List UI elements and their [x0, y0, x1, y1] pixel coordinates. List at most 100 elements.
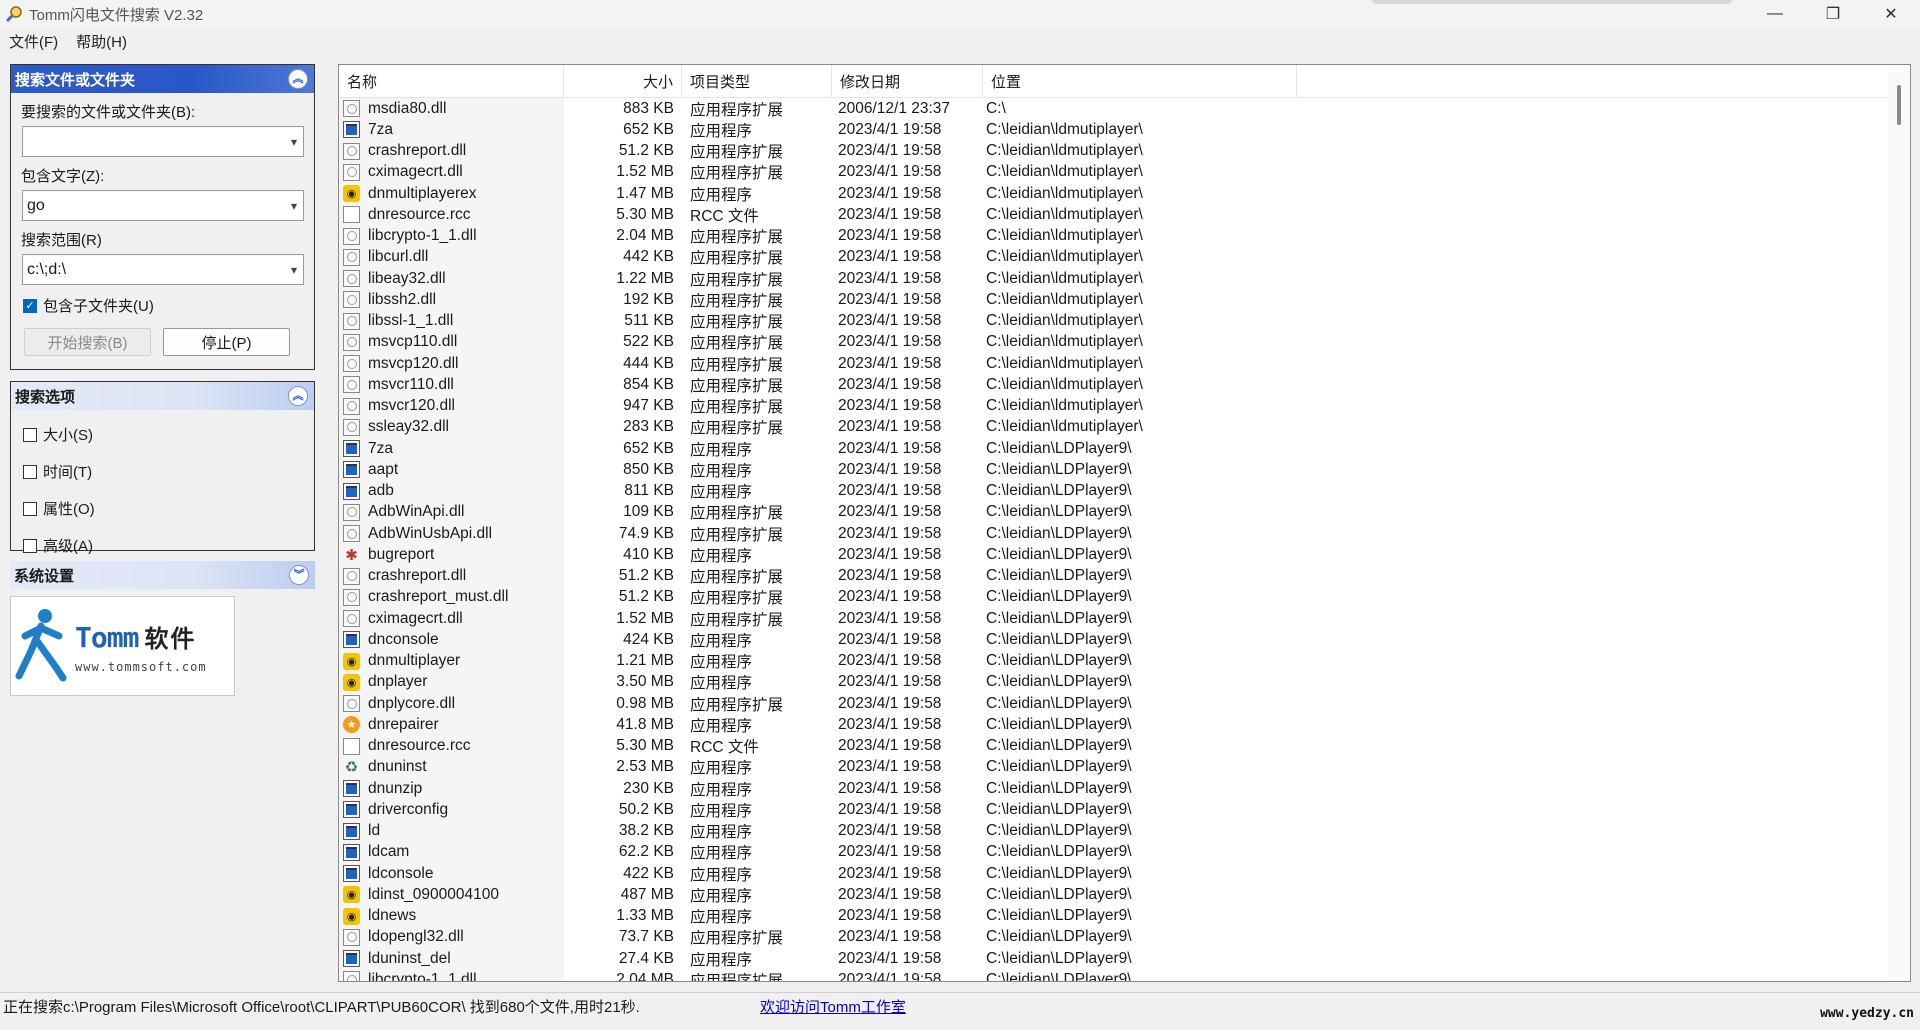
cell-name: ldinst_0900004100: [339, 884, 564, 906]
table-row[interactable]: ssleay32.dll 283 KB 应用程序扩展 2023/4/1 19:58 C:…: [339, 416, 1884, 438]
restore-icon[interactable]: ❐: [1804, 0, 1862, 28]
table-row[interactable]: msdia80.dll 883 KB 应用程序扩展 2006/12/1 23:37 C:…: [339, 98, 1884, 120]
table-row[interactable]: dnplycore.dll 0.98 MB 应用程序扩展 2023/4/1 19:58…: [339, 693, 1884, 715]
table-row[interactable]: dnmultiplayerex 1.47 MB 应用程序 2023/4/1 19:58…: [339, 183, 1884, 205]
text-combo[interactable]: go ▾: [22, 190, 304, 221]
option-time-checkbox[interactable]: 时间(T): [23, 461, 314, 482]
table-row[interactable]: dnuninst 2.53 MB 应用程序 2023/4/1 19:58 C:\leid…: [339, 756, 1884, 778]
cell-size: 74.9 KB: [618, 524, 674, 542]
logo-cn: 软件: [144, 624, 197, 653]
checkbox-icon[interactable]: [23, 501, 37, 516]
option-advanced-checkbox[interactable]: 高级(A): [23, 535, 314, 556]
table-row[interactable]: msvcp120.dll 444 KB 应用程序扩展 2023/4/1 19:58 C:…: [339, 353, 1884, 375]
table-row[interactable]: libssh2.dll 192 KB 应用程序扩展 2023/4/1 19:58 C:\…: [339, 289, 1884, 311]
cell-size: 3.50 MB: [616, 673, 674, 691]
table-row[interactable]: libcrypto-1_1.dll 2.04 MB 应用程序扩展 2023/4/1 1…: [339, 969, 1884, 981]
cell-size: 73.7 KB: [618, 928, 674, 946]
column-header-location[interactable]: 位置: [983, 65, 1297, 98]
search-panel-header[interactable]: 搜索文件或文件夹 ︽: [11, 65, 314, 93]
table-row[interactable]: dnconsole 424 KB 应用程序 2023/4/1 19:58 C:\leid…: [339, 629, 1884, 651]
table-row[interactable]: cximagecrt.dll 1.52 MB 应用程序扩展 2023/4/1 19:5…: [339, 608, 1884, 630]
column-header-date[interactable]: 修改日期: [832, 65, 983, 98]
table-row[interactable]: 7za 652 KB 应用程序 2023/4/1 19:58 C:\leidian\ld…: [339, 119, 1884, 141]
table-row[interactable]: libeay32.dll 1.22 MB 应用程序扩展 2023/4/1 19:58 C…: [339, 268, 1884, 290]
table-row[interactable]: ldopengl32.dll 73.7 KB 应用程序扩展 2023/4/1 19:5…: [339, 926, 1884, 948]
menu-file[interactable]: 文件(F): [0, 31, 67, 52]
table-row[interactable]: msvcr120.dll 947 KB 应用程序扩展 2023/4/1 19:58 C:…: [339, 395, 1884, 417]
table-row[interactable]: ld 38.2 KB 应用程序 2023/4/1 19:58 C:\leidian\LD…: [339, 820, 1884, 842]
minimize-icon[interactable]: —: [1746, 0, 1804, 28]
checkbox-icon[interactable]: [23, 538, 37, 553]
table-row[interactable]: cximagecrt.dll 1.52 MB 应用程序扩展 2023/4/1 19:5…: [339, 161, 1884, 183]
table-row[interactable]: 7za 652 KB 应用程序 2023/4/1 19:58 C:\leidian\LD…: [339, 438, 1884, 460]
cell-name: dnmultiplayerex: [339, 183, 564, 205]
table-row[interactable]: libssl-1_1.dll 511 KB 应用程序扩展 2023/4/1 19:58…: [339, 310, 1884, 332]
cell-date: 2023/4/1 19:58: [838, 142, 942, 160]
table-row[interactable]: lduninst_del 27.4 KB 应用程序 2023/4/1 19:58 C:\…: [339, 948, 1884, 970]
column-header-name[interactable]: 名称: [339, 65, 564, 98]
option-attr-checkbox[interactable]: 属性(O): [23, 498, 314, 519]
menu-bar: 文件(F) 帮助(H): [0, 28, 1920, 54]
table-row[interactable]: crashreport_must.dll 51.2 KB 应用程序扩展 2023/4/…: [339, 586, 1884, 608]
chevron-down-icon[interactable]: ▾: [291, 199, 297, 213]
table-row[interactable]: ldnews 1.33 MB 应用程序 2023/4/1 19:58 C:\leidia…: [339, 905, 1884, 927]
table-row[interactable]: aapt 850 KB 应用程序 2023/4/1 19:58 C:\leidian\L…: [339, 459, 1884, 481]
expand-down-icon[interactable]: ︾: [289, 565, 309, 585]
table-row[interactable]: ldinst_0900004100 487 MB 应用程序 2023/4/1 19:5…: [339, 884, 1884, 906]
collapse-up-icon[interactable]: ︽: [288, 69, 308, 89]
cell-type: 应用程序扩展: [690, 314, 784, 332]
chevron-down-icon[interactable]: ▾: [291, 263, 297, 277]
file-combo[interactable]: ▾: [22, 126, 304, 157]
start-search-button[interactable]: 开始搜索(B): [24, 328, 151, 356]
cell-location: C:\leidian\ldmutiplayer\: [986, 205, 1143, 223]
scope-combo[interactable]: c:\;d:\ ▾: [22, 254, 304, 285]
cell-date: 2023/4/1 19:58: [838, 375, 942, 393]
chevron-down-icon[interactable]: ▾: [291, 135, 297, 149]
cell-date: 2023/4/1 19:58: [838, 779, 942, 797]
table-row[interactable]: ldcam 62.2 KB 应用程序 2023/4/1 19:58 C:\leidian…: [339, 841, 1884, 863]
option-size-checkbox[interactable]: 大小(S): [23, 424, 314, 445]
settings-panel-header[interactable]: 系统设置 ︾: [10, 561, 315, 589]
table-row[interactable]: dnresource.rcc 5.30 MB RCC 文件 2023/4/1 19:5…: [339, 735, 1884, 757]
table-row[interactable]: ldconsole 422 KB 应用程序 2023/4/1 19:58 C:\leid…: [339, 863, 1884, 885]
table-row[interactable]: dnrepairer 41.8 MB 应用程序 2023/4/1 19:58 C:\le…: [339, 714, 1884, 736]
table-row[interactable]: dnmultiplayer 1.21 MB 应用程序 2023/4/1 19:58 C:…: [339, 650, 1884, 672]
table-row[interactable]: AdbWinUsbApi.dll 74.9 KB 应用程序扩展 2023/4/1 19…: [339, 523, 1884, 545]
checkbox-icon[interactable]: [23, 464, 37, 479]
column-header-size[interactable]: 大小: [564, 65, 682, 98]
vertical-scrollbar[interactable]: [1888, 65, 1910, 981]
file-name: libssl-1_1.dll: [368, 312, 454, 330]
table-row[interactable]: crashreport.dll 51.2 KB 应用程序扩展 2023/4/1 19:…: [339, 140, 1884, 162]
cell-name: ssleay32.dll: [339, 416, 564, 438]
table-row[interactable]: msvcp110.dll 522 KB 应用程序扩展 2023/4/1 19:58 C:…: [339, 331, 1884, 353]
tomm-logo[interactable]: Tomm 软件 www.tommsoft.com: [10, 596, 235, 696]
table-row[interactable]: msvcr110.dll 854 KB 应用程序扩展 2023/4/1 19:58 C:…: [339, 374, 1884, 396]
table-row[interactable]: AdbWinApi.dll 109 KB 应用程序扩展 2023/4/1 19:58 C…: [339, 501, 1884, 523]
close-icon[interactable]: ✕: [1862, 0, 1920, 28]
table-row[interactable]: dnunzip 230 KB 应用程序 2023/4/1 19:58 C:\leidia…: [339, 778, 1884, 800]
scroll-thumb[interactable]: [1897, 85, 1901, 125]
table-row[interactable]: adb 811 KB 应用程序 2023/4/1 19:58 C:\leidian\LD…: [339, 480, 1884, 502]
cell-name: msdia80.dll: [339, 98, 564, 120]
checkbox-checked-icon[interactable]: ✓: [23, 298, 37, 313]
include-subfolders-checkbox[interactable]: ✓ 包含子文件夹(U): [23, 295, 314, 316]
table-row[interactable]: libcrypto-1_1.dll 2.04 MB 应用程序扩展 2023/4/1 1…: [339, 225, 1884, 247]
cell-type: 应用程序扩展: [690, 399, 784, 417]
table-row[interactable]: crashreport.dll 51.2 KB 应用程序扩展 2023/4/1 19:…: [339, 565, 1884, 587]
menu-help[interactable]: 帮助(H): [67, 31, 136, 52]
stop-button[interactable]: 停止(P): [163, 328, 290, 356]
options-panel-header[interactable]: 搜索选项 ︽: [11, 382, 314, 410]
cell-name: lduninst_del: [339, 948, 564, 970]
column-header-type[interactable]: 项目类型: [682, 65, 832, 98]
table-row[interactable]: libcurl.dll 442 KB 应用程序扩展 2023/4/1 19:58 C:\…: [339, 246, 1884, 268]
collapse-up-icon[interactable]: ︽: [288, 386, 308, 406]
cell-name: msvcr110.dll: [339, 374, 564, 396]
results-list[interactable]: 名称 大小 项目类型 修改日期 位置 msdia80.dll 883 KB 应用程序…: [338, 64, 1911, 982]
table-row[interactable]: bugreport 410 KB 应用程序 2023/4/1 19:58 C:\leid…: [339, 544, 1884, 566]
table-row[interactable]: driverconfig 50.2 KB 应用程序 2023/4/1 19:58 C:\…: [339, 799, 1884, 821]
cell-size: 1.22 MB: [616, 269, 674, 287]
table-row[interactable]: dnresource.rcc 5.30 MB RCC 文件 2023/4/1 19:5…: [339, 204, 1884, 226]
checkbox-icon[interactable]: [23, 427, 37, 442]
table-row[interactable]: dnplayer 3.50 MB 应用程序 2023/4/1 19:58 C:\leid…: [339, 671, 1884, 693]
visit-tomm-link[interactable]: 欢迎访问Tomm工作室: [760, 996, 906, 1017]
